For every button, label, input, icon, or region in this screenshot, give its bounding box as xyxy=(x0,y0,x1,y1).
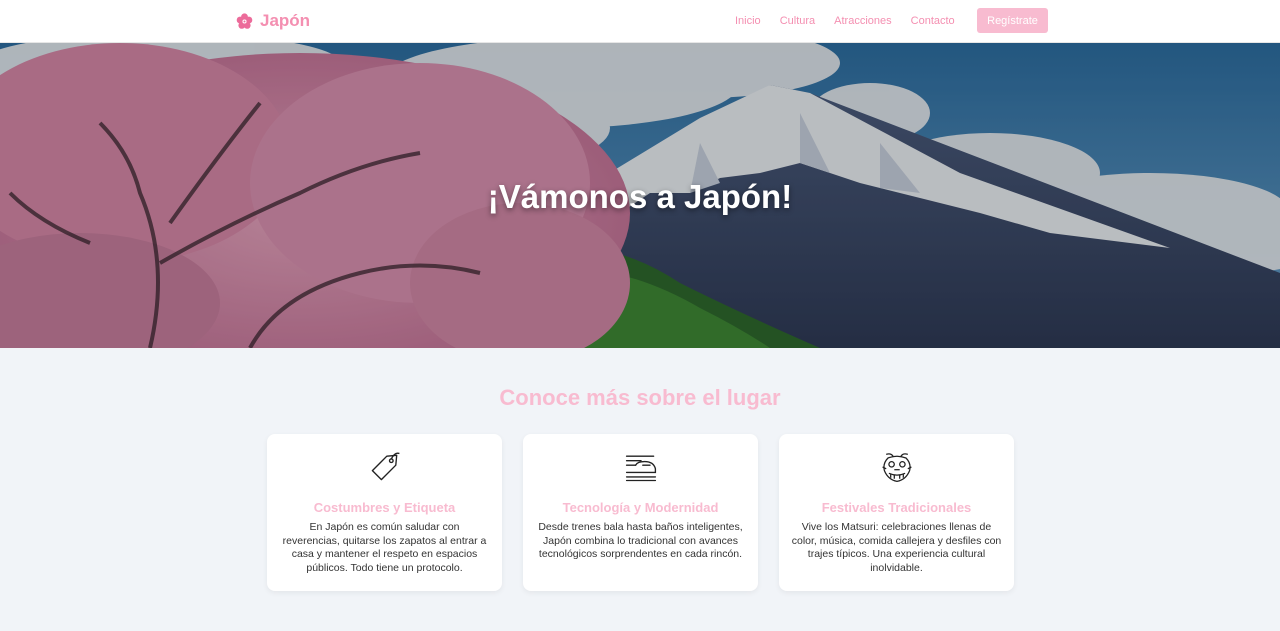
card-tecnologia: Tecnología y Modernidad Desde trenes bal… xyxy=(523,434,758,591)
tag-icon xyxy=(371,452,400,481)
dragon-mask-icon xyxy=(881,453,912,483)
bullet-train-icon xyxy=(625,455,656,482)
card-festivales: Festivales Tradicionales Vive los Matsur… xyxy=(779,434,1014,591)
card-text: Vive los Matsuri: celebraciones llenas d… xyxy=(791,521,1002,574)
card-text: En Japón es común saludar con reverencia… xyxy=(282,521,487,574)
register-button[interactable]: Regístrate xyxy=(977,8,1048,33)
card-title: Costumbres y Etiqueta xyxy=(313,500,456,515)
navbar: Japón Inicio Cultura Atracciones Contact… xyxy=(0,0,1280,43)
section-title: Conoce más sobre el lugar xyxy=(499,385,781,410)
hero-title: ¡Vámonos a Japón! xyxy=(487,178,793,215)
sakura-flower-icon xyxy=(236,12,253,29)
card-text: Desde trenes bala hasta baños inteligent… xyxy=(538,521,743,560)
nav-link-cultura[interactable]: Cultura xyxy=(780,15,815,27)
nav-link-atracciones[interactable]: Atracciones xyxy=(834,15,891,27)
card-costumbres: Costumbres y Etiqueta En Japón es común … xyxy=(267,434,502,591)
nav-link-contacto[interactable]: Contacto xyxy=(911,15,955,27)
hero-banner: ¡Vámonos a Japón! xyxy=(0,43,1280,348)
card-title: Tecnología y Modernidad xyxy=(562,500,719,515)
brand-name: Japón xyxy=(260,11,311,30)
main-nav: Inicio Cultura Atracciones Contacto xyxy=(735,15,974,27)
feature-cards: Costumbres y Etiqueta En Japón es común … xyxy=(267,434,1014,591)
card-title: Festivales Tradicionales xyxy=(821,500,972,515)
brand-logo[interactable]: Japón xyxy=(236,11,310,31)
nav-link-inicio[interactable]: Inicio xyxy=(735,15,761,27)
